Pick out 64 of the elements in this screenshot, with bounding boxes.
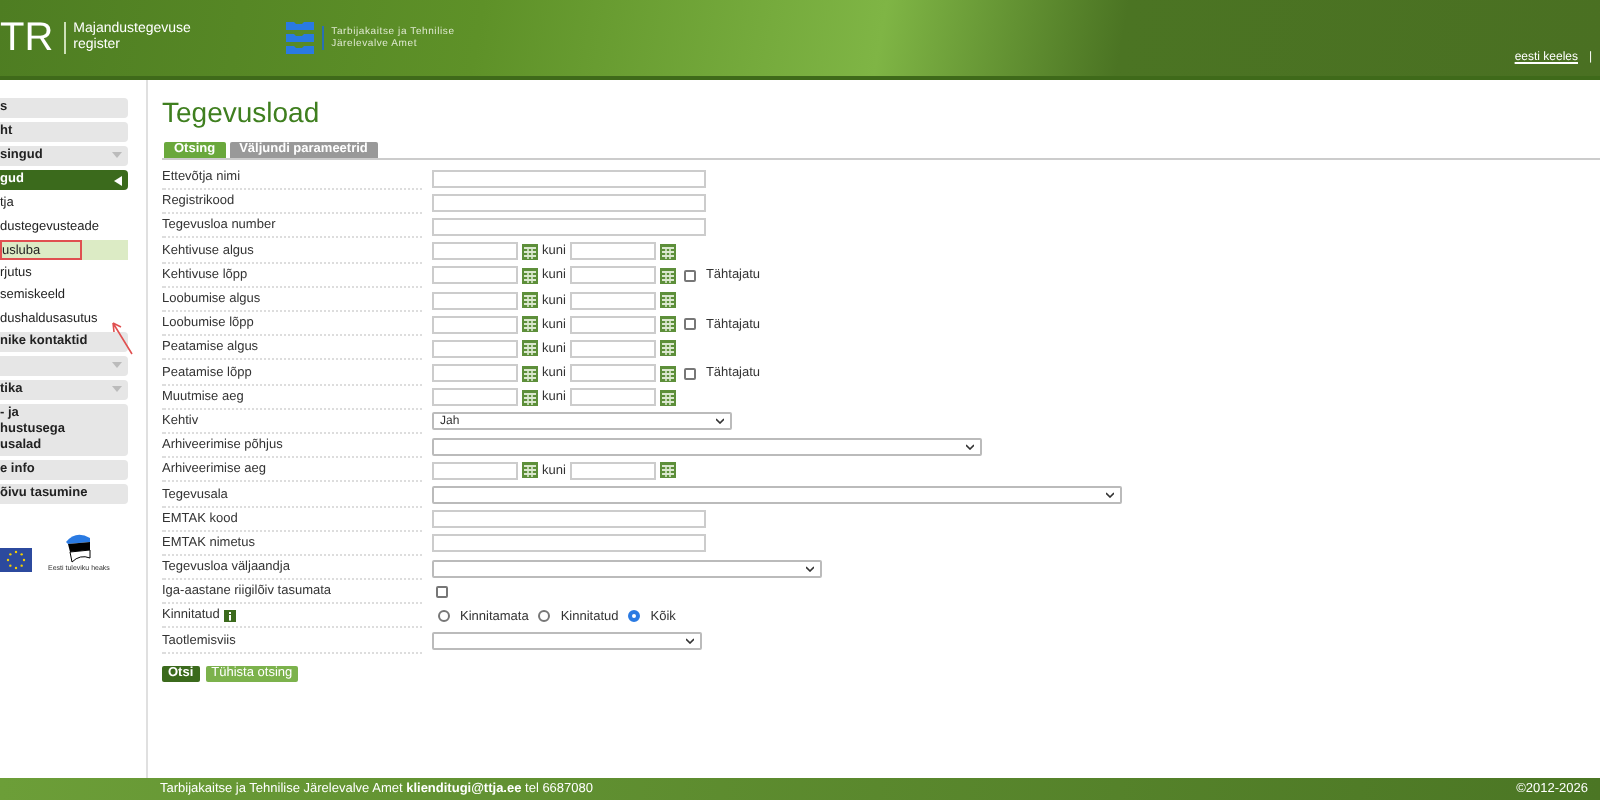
text-field[interactable] — [432, 510, 706, 529]
date-field[interactable] — [432, 461, 518, 480]
date-field[interactable] — [569, 364, 656, 383]
calendar-icon[interactable] — [659, 389, 676, 406]
caret-icon — [806, 565, 814, 572]
date-field[interactable] — [432, 339, 518, 358]
date-field[interactable] — [569, 242, 656, 261]
calendar-icon[interactable] — [659, 365, 676, 382]
date-field[interactable] — [569, 461, 656, 480]
text-field[interactable] — [432, 169, 706, 188]
calendar-icon[interactable] — [522, 340, 538, 357]
calendar-icon[interactable] — [522, 389, 538, 406]
calendar-icon[interactable] — [522, 243, 538, 260]
calendar-icon[interactable] — [659, 267, 676, 284]
caret-icon — [966, 443, 974, 450]
caret-icon — [1106, 492, 1114, 499]
collapse-arrow-icon — [114, 175, 122, 185]
caret-icon — [686, 638, 694, 645]
chevron-icon — [112, 152, 122, 160]
calendar-icon[interactable] — [659, 316, 676, 333]
calendar-icon[interactable] — [659, 462, 676, 479]
caret-icon — [716, 418, 724, 425]
text-field[interactable] — [432, 193, 706, 212]
page-title: Tegevusload — [162, 96, 322, 128]
date-field[interactable] — [432, 315, 518, 334]
select-field[interactable] — [432, 486, 1122, 505]
radio-button[interactable] — [538, 610, 551, 623]
radio-button[interactable] — [628, 610, 641, 623]
logo-letters: TR — [0, 16, 54, 60]
calendar-icon[interactable] — [522, 316, 538, 333]
swallow-logo-icon — [64, 532, 93, 564]
calendar-icon[interactable] — [659, 243, 676, 260]
chevron-icon — [112, 386, 122, 394]
radio-button[interactable] — [438, 610, 450, 623]
calendar-icon[interactable] — [522, 267, 538, 284]
checkbox[interactable] — [436, 586, 448, 599]
select-field[interactable] — [432, 632, 702, 651]
calendar-icon[interactable] — [659, 292, 676, 309]
select-field[interactable] — [432, 559, 822, 578]
lions-logo-icon — [285, 20, 314, 56]
date-field[interactable] — [432, 364, 518, 383]
date-field[interactable] — [569, 315, 656, 334]
date-field[interactable] — [432, 266, 518, 285]
date-field[interactable] — [432, 242, 518, 261]
calendar-icon[interactable] — [522, 292, 538, 309]
sidebar-group[interactable] — [0, 356, 128, 376]
calendar-icon[interactable] — [659, 340, 676, 357]
date-field[interactable] — [569, 291, 656, 310]
chevron-icon — [112, 362, 122, 370]
date-field[interactable] — [569, 339, 656, 358]
date-field[interactable] — [569, 388, 656, 407]
date-field[interactable] — [569, 266, 656, 285]
text-field[interactable] — [432, 217, 706, 236]
date-field[interactable] — [432, 388, 518, 407]
date-field[interactable] — [432, 291, 518, 310]
calendar-icon[interactable] — [522, 365, 538, 382]
checkbox[interactable] — [683, 367, 696, 380]
text-field[interactable] — [432, 534, 706, 553]
select-field[interactable] — [432, 437, 982, 456]
flag-logo-icon — [0, 548, 32, 572]
checkbox[interactable] — [683, 269, 696, 282]
calendar-icon[interactable] — [522, 462, 538, 479]
checkbox[interactable] — [683, 318, 696, 331]
annotation-arrow — [110, 320, 134, 356]
